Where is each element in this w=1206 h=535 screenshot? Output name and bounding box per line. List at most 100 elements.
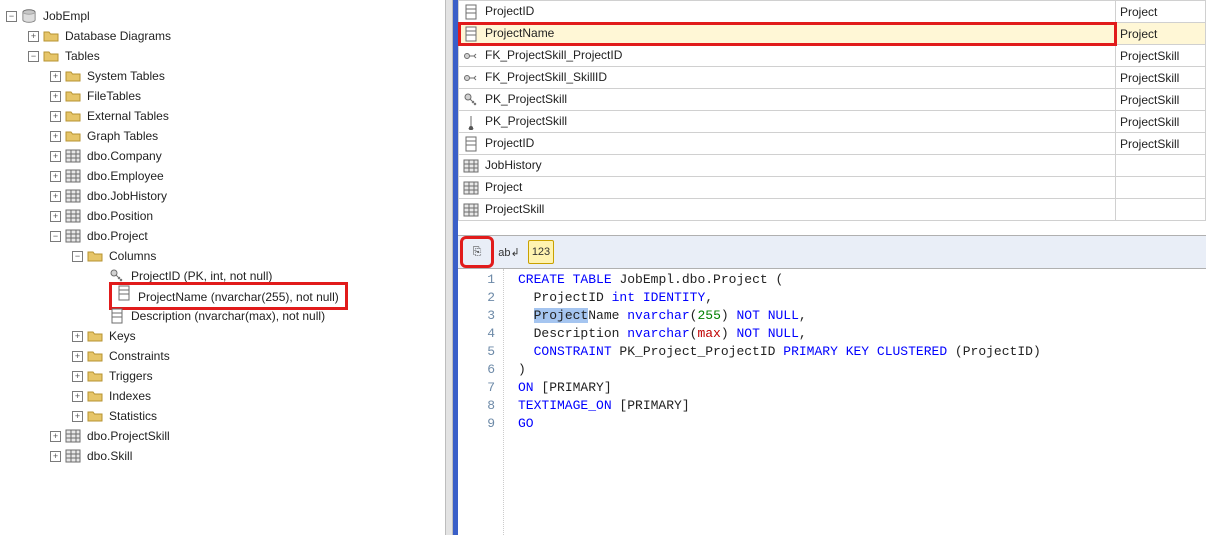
- expander-icon[interactable]: +: [50, 151, 61, 162]
- expander-icon[interactable]: +: [50, 131, 61, 142]
- node-external-tables[interactable]: +External Tables: [6, 106, 441, 126]
- result-row[interactable]: FK_ProjectSkill_SkillIDProjectSkill: [459, 67, 1206, 89]
- row-name: ProjectSkill: [485, 202, 544, 216]
- result-row[interactable]: ProjectID Project: [459, 1, 1206, 23]
- splitter[interactable]: [445, 0, 453, 535]
- column-icon: [109, 308, 125, 324]
- node-project[interactable]: −dbo.Project: [6, 226, 441, 246]
- table-icon: [65, 188, 81, 204]
- expander-icon[interactable]: +: [72, 411, 83, 422]
- code-body[interactable]: CREATE TABLE JobEmpl.dbo.Project ( Proje…: [504, 269, 1041, 535]
- code-line[interactable]: ): [518, 361, 1041, 379]
- node-system-tables[interactable]: + System Tables: [6, 66, 441, 86]
- node-employee[interactable]: +dbo.Employee: [6, 166, 441, 186]
- line-number: 5: [458, 343, 495, 361]
- toolbar-btn-linenumbers[interactable]: 123: [528, 240, 554, 264]
- expander-icon[interactable]: +: [50, 91, 61, 102]
- node-label: Graph Tables: [85, 126, 160, 146]
- expander-icon[interactable]: −: [50, 231, 61, 242]
- result-row[interactable]: PK_ProjectSkillProjectSkill: [459, 111, 1206, 133]
- node-diagrams[interactable]: + Database Diagrams: [6, 26, 441, 46]
- expander-icon[interactable]: −: [6, 11, 17, 22]
- table-icon: [65, 208, 81, 224]
- expander-icon[interactable]: +: [28, 31, 39, 42]
- node-skill[interactable]: +dbo.Skill: [6, 446, 441, 466]
- column-icon: [463, 26, 479, 42]
- result-row[interactable]: PK_ProjectSkillProjectSkill: [459, 89, 1206, 111]
- expander-icon[interactable]: +: [50, 451, 61, 462]
- node-label: Keys: [107, 326, 138, 346]
- expander-icon[interactable]: +: [72, 331, 83, 342]
- table-icon: [65, 148, 81, 164]
- expander-icon[interactable]: +: [50, 191, 61, 202]
- node-jobhistory[interactable]: + dbo.JobHistory: [6, 186, 441, 206]
- fk-icon: [463, 70, 479, 86]
- sql-code-area[interactable]: 123456789 CREATE TABLE JobEmpl.dbo.Proje…: [458, 269, 1206, 535]
- result-row[interactable]: JobHistory: [459, 155, 1206, 177]
- node-indexes[interactable]: +Indexes: [6, 386, 441, 406]
- expander-icon[interactable]: +: [50, 111, 61, 122]
- node-tables[interactable]: −Tables: [6, 46, 441, 66]
- row-type: Project: [1116, 1, 1206, 23]
- table-icon: [65, 168, 81, 184]
- code-line[interactable]: CONSTRAINT PK_Project_ProjectID PRIMARY …: [518, 343, 1041, 361]
- expander-icon[interactable]: +: [50, 431, 61, 442]
- node-label: dbo.JobHistory: [85, 186, 169, 206]
- table-icon: [65, 428, 81, 444]
- result-row[interactable]: ProjectIDProjectSkill: [459, 133, 1206, 155]
- node-statistics[interactable]: +Statistics: [6, 406, 441, 426]
- result-row[interactable]: Project: [459, 177, 1206, 199]
- toolbar-btn-script[interactable]: ⎘: [464, 240, 490, 264]
- expander-icon[interactable]: +: [72, 371, 83, 382]
- code-line[interactable]: GO: [518, 415, 1041, 433]
- node-graph-tables[interactable]: + Graph Tables: [6, 126, 441, 146]
- node-file-tables[interactable]: +FileTables: [6, 86, 441, 106]
- expander-icon[interactable]: +: [50, 71, 61, 82]
- folder-icon: [87, 248, 103, 264]
- expander-icon[interactable]: +: [72, 391, 83, 402]
- row-name: ProjectID: [485, 4, 534, 18]
- folder-icon: [87, 348, 103, 364]
- expander-icon[interactable]: −: [28, 51, 39, 62]
- code-line[interactable]: Description nvarchar(max) NOT NULL,: [518, 325, 1041, 343]
- column-icon: [463, 4, 479, 20]
- table-icon: [463, 202, 479, 218]
- expander-icon[interactable]: −: [72, 251, 83, 262]
- row-name: ProjectName: [485, 26, 554, 40]
- code-line[interactable]: TEXTIMAGE_ON [PRIMARY]: [518, 397, 1041, 415]
- node-constraints[interactable]: + Constraints: [6, 346, 441, 366]
- row-name: FK_ProjectSkill_SkillID: [485, 70, 607, 84]
- line-number: 1: [458, 271, 495, 289]
- result-row[interactable]: ProjectSkill: [459, 199, 1206, 221]
- node-company[interactable]: +dbo.Company: [6, 146, 441, 166]
- folder-icon: [87, 328, 103, 344]
- code-line[interactable]: CREATE TABLE JobEmpl.dbo.Project (: [518, 271, 1041, 289]
- node-columns[interactable]: −Columns: [6, 246, 441, 266]
- expander-icon[interactable]: +: [50, 211, 61, 222]
- node-triggers[interactable]: +Triggers: [6, 366, 441, 386]
- expander-icon[interactable]: +: [72, 351, 83, 362]
- col-projectname[interactable]: ProjectName (nvarchar(255), not null): [6, 286, 441, 306]
- col-description[interactable]: Description (nvarchar(max), not null): [6, 306, 441, 326]
- toolbar-btn-wrap[interactable]: ab↲: [496, 240, 522, 264]
- expander-icon[interactable]: +: [50, 171, 61, 182]
- result-row[interactable]: ProjectNameProject: [459, 23, 1206, 45]
- code-line[interactable]: ProjectName nvarchar(255) NOT NULL,: [518, 307, 1041, 325]
- node-label: Constraints: [107, 346, 172, 366]
- row-type: ProjectSkill: [1116, 111, 1206, 133]
- code-line[interactable]: ProjectID int IDENTITY,: [518, 289, 1041, 307]
- db-root[interactable]: −JobEmpl: [6, 6, 441, 26]
- folder-icon: [65, 68, 81, 84]
- node-projectskill[interactable]: +dbo.ProjectSkill: [6, 426, 441, 446]
- result-row[interactable]: FK_ProjectSkill_ProjectIDProjectSkill: [459, 45, 1206, 67]
- node-label: Database Diagrams: [63, 26, 173, 46]
- row-name: JobHistory: [485, 158, 542, 172]
- node-label: System Tables: [85, 66, 167, 86]
- line-number: 2: [458, 289, 495, 307]
- expander-icon: [94, 311, 105, 322]
- node-position[interactable]: +dbo.Position: [6, 206, 441, 226]
- folder-icon: [87, 388, 103, 404]
- folder-icon: [87, 368, 103, 384]
- code-line[interactable]: ON [PRIMARY]: [518, 379, 1041, 397]
- node-keys[interactable]: + Keys: [6, 326, 441, 346]
